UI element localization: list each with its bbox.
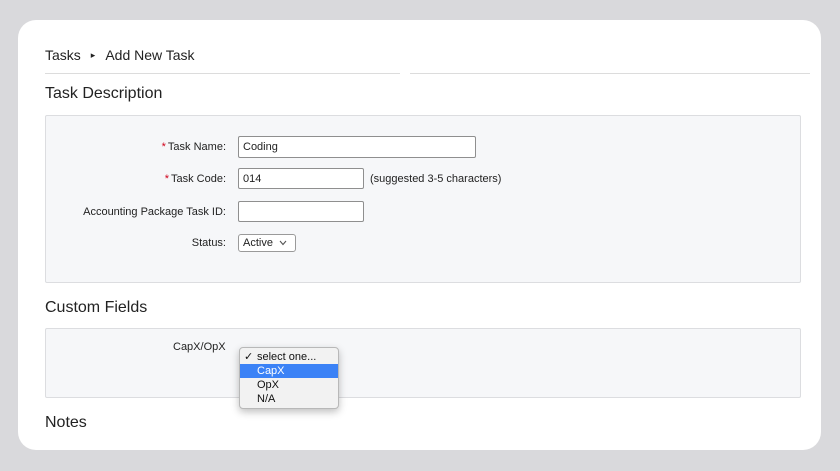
status-label: Status: — [191, 237, 226, 249]
custom-fields-panel — [45, 328, 801, 398]
accounting-id-input[interactable] — [238, 201, 364, 222]
breadcrumb-divider-right — [410, 73, 810, 74]
chevron-down-icon — [279, 238, 287, 248]
required-marker: * — [164, 172, 169, 185]
dropdown-option-na[interactable]: N/A — [240, 392, 338, 406]
task-name-row: * Task Name: — [46, 136, 800, 158]
task-code-input[interactable] — [238, 168, 364, 189]
task-description-title: Task Description — [45, 85, 163, 102]
breadcrumb-current: Add New Task — [105, 47, 195, 63]
task-name-label: * Task Name: — [161, 141, 226, 153]
status-row: Status: Active — [46, 234, 800, 252]
breadcrumb-divider-left — [45, 73, 400, 74]
task-code-hint: (suggested 3-5 characters) — [370, 172, 502, 185]
required-marker: * — [161, 141, 166, 153]
custom-fields-title: Custom Fields — [45, 299, 148, 316]
accounting-id-row: Accounting Package Task ID: — [46, 201, 800, 222]
dropdown-option-capx[interactable]: CapX — [240, 364, 338, 378]
breadcrumb-tasks-link[interactable]: Tasks — [45, 47, 81, 63]
accounting-id-label: Accounting Package Task ID: — [83, 205, 226, 218]
breadcrumb-separator-icon: ▸ — [90, 49, 96, 60]
status-value: Active — [243, 237, 273, 249]
task-code-row: *Task Code: (suggested 3-5 characters) — [46, 168, 800, 189]
dropdown-option-opx[interactable]: OpX — [240, 378, 338, 392]
status-select[interactable]: Active — [238, 234, 296, 252]
capx-opx-dropdown[interactable]: ✓ select one... CapX OpX N/A — [239, 347, 339, 409]
task-form-window: Tasks ▸ Add New Task Task Description * T… — [18, 20, 821, 450]
task-name-input[interactable] — [238, 136, 476, 158]
capx-opx-label: CapX/OpX — [173, 341, 226, 353]
notes-title: Notes — [45, 414, 87, 431]
task-code-label: * Task Code: — [164, 172, 226, 185]
checkmark-icon: ✓ — [244, 351, 254, 363]
task-description-panel: *Task Name: *Task Code: (suggested 3-5 c… — [45, 115, 801, 283]
dropdown-option-select-one[interactable]: ✓ select one... — [240, 350, 338, 364]
breadcrumb: Tasks ▸ Add New Task — [45, 47, 195, 63]
